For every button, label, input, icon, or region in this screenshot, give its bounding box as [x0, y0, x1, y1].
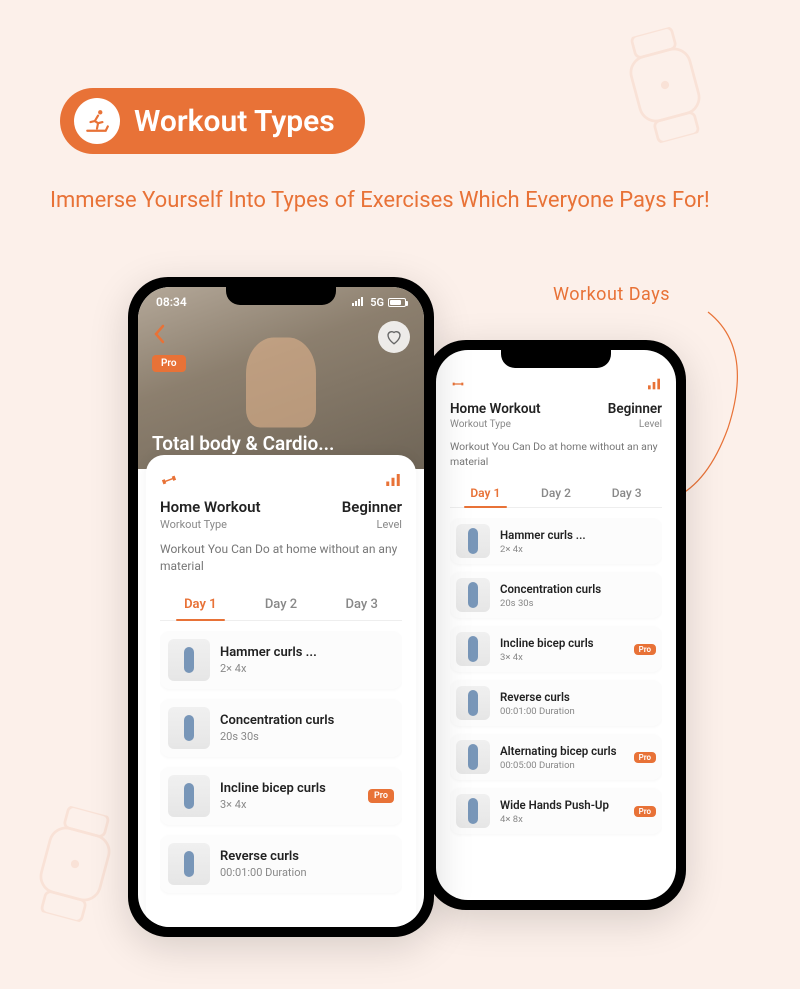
exercise-item[interactable]: Alternating bicep curls 00:05:00 Duration…	[450, 734, 662, 780]
workout-info-header: Home Workout Workout Type Beginner Level	[160, 471, 402, 531]
annotation-label: Workout Days	[553, 284, 670, 305]
exercise-thumbnail	[456, 524, 490, 558]
phone-notch	[226, 287, 336, 305]
exercise-title: Reverse curls	[500, 690, 656, 704]
battery-icon	[388, 298, 406, 307]
day-tabs: Day 1 Day 2 Day 3	[160, 589, 402, 621]
exercise-title: Alternating bicep curls	[500, 744, 624, 758]
exercise-title: Hammer curls ...	[500, 528, 656, 542]
tab-day-2[interactable]: Day 2	[521, 479, 592, 507]
exercise-subtitle: 2× 4x	[500, 544, 656, 555]
workout-description: Workout You Can Do at home without an an…	[160, 541, 402, 575]
pro-badge: Pro	[634, 752, 656, 763]
exercise-thumbnail	[456, 740, 490, 774]
workout-title: Total body & Cardio...	[152, 432, 334, 455]
workout-type-title: Home Workout	[160, 498, 261, 516]
section-badge: Workout Types	[60, 88, 365, 154]
exercise-title: Incline bicep curls	[220, 781, 358, 796]
dumbbell-icon	[160, 471, 261, 494]
exercise-subtitle: 2× 4x	[220, 662, 394, 675]
level-label: Level	[608, 419, 662, 430]
tab-day-1[interactable]: Day 1	[160, 589, 241, 620]
workout-info-header: Home Workout Workout Type Beginner Level	[450, 376, 662, 430]
exercise-thumbnail	[456, 632, 490, 666]
phone-mockup-front: 08:34 5G Pro Total body & Cardio...	[128, 277, 434, 937]
pro-badge: Pro	[634, 644, 656, 655]
exercise-item[interactable]: Hammer curls ... 2× 4x	[450, 518, 662, 564]
back-button[interactable]	[152, 324, 166, 350]
dumbbell-icon	[450, 376, 541, 397]
watch-decoration-icon	[607, 20, 722, 150]
workout-type-label: Workout Type	[160, 518, 261, 531]
level-icon	[342, 471, 402, 494]
exercise-title: Concentration curls	[500, 582, 656, 596]
pro-badge: Pro	[634, 806, 656, 817]
exercise-subtitle: 20s 30s	[500, 598, 656, 609]
watch-decoration-icon	[17, 799, 132, 929]
exercise-item[interactable]: Reverse curls 00:01:00 Duration	[450, 680, 662, 726]
level-label: Level	[342, 518, 402, 531]
exercise-subtitle: 00:05:00 Duration	[500, 760, 624, 771]
level-title: Beginner	[342, 498, 402, 516]
exercise-thumbnail	[456, 794, 490, 828]
exercise-subtitle: 3× 4x	[500, 652, 624, 663]
phone-mockup-back: Home Workout Workout Type Beginner Level…	[426, 340, 686, 910]
exercise-title: Hammer curls ...	[220, 645, 394, 660]
phone-notch	[501, 350, 611, 368]
level-icon	[608, 376, 662, 397]
section-subtitle: Immerse Yourself Into Types of Exercises…	[50, 186, 750, 217]
exercise-title: Concentration curls	[220, 713, 394, 728]
favorite-button[interactable]	[378, 321, 410, 353]
exercise-item[interactable]: Hammer curls ... 2× 4x	[160, 631, 402, 689]
exercise-item[interactable]: Concentration curls 20s 30s	[450, 572, 662, 618]
workout-description: Workout You Can Do at home without an an…	[450, 440, 662, 469]
treadmill-icon	[74, 98, 120, 144]
exercise-subtitle: 3× 4x	[220, 798, 358, 811]
workout-type-label: Workout Type	[450, 419, 541, 430]
tab-day-3[interactable]: Day 3	[591, 479, 662, 507]
exercise-title: Wide Hands Push-Up	[500, 798, 624, 812]
status-time: 08:34	[156, 295, 187, 309]
pro-badge: Pro	[152, 355, 186, 372]
exercise-item[interactable]: Incline bicep curls 3× 4x Pro	[450, 626, 662, 672]
workout-type-title: Home Workout	[450, 401, 541, 417]
network-label: 5G	[370, 296, 384, 309]
exercise-title: Incline bicep curls	[500, 636, 624, 650]
level-title: Beginner	[608, 401, 662, 417]
exercise-thumbnail	[456, 578, 490, 612]
signal-icon	[352, 296, 366, 309]
tab-day-3[interactable]: Day 3	[321, 589, 402, 620]
day-tabs: Day 1 Day 2 Day 3	[450, 479, 662, 508]
tab-day-2[interactable]: Day 2	[241, 589, 322, 620]
exercise-thumbnail	[168, 639, 210, 681]
exercise-subtitle: 4× 8x	[500, 814, 624, 825]
exercise-item[interactable]: Wide Hands Push-Up 4× 8x Pro	[450, 788, 662, 834]
workout-hero: 08:34 5G Pro Total body & Cardio...	[138, 287, 424, 469]
exercise-item[interactable]: Reverse curls 00:01:00 Duration	[160, 835, 402, 893]
section-title: Workout Types	[134, 104, 335, 139]
exercise-thumbnail	[168, 707, 210, 749]
exercise-subtitle: 20s 30s	[220, 730, 394, 743]
exercise-item[interactable]: Concentration curls 20s 30s	[160, 699, 402, 757]
tab-day-1[interactable]: Day 1	[450, 479, 521, 507]
workout-sheet: Home Workout Workout Type Beginner Level…	[146, 455, 416, 927]
exercise-subtitle: 00:01:00 Duration	[500, 706, 656, 717]
exercise-item[interactable]: Incline bicep curls 3× 4x Pro	[160, 767, 402, 825]
exercise-subtitle: 00:01:00 Duration	[220, 866, 394, 879]
pro-badge: Pro	[368, 789, 394, 803]
exercise-thumbnail	[168, 843, 210, 885]
exercise-thumbnail	[456, 686, 490, 720]
exercise-title: Reverse curls	[220, 849, 394, 864]
exercise-thumbnail	[168, 775, 210, 817]
